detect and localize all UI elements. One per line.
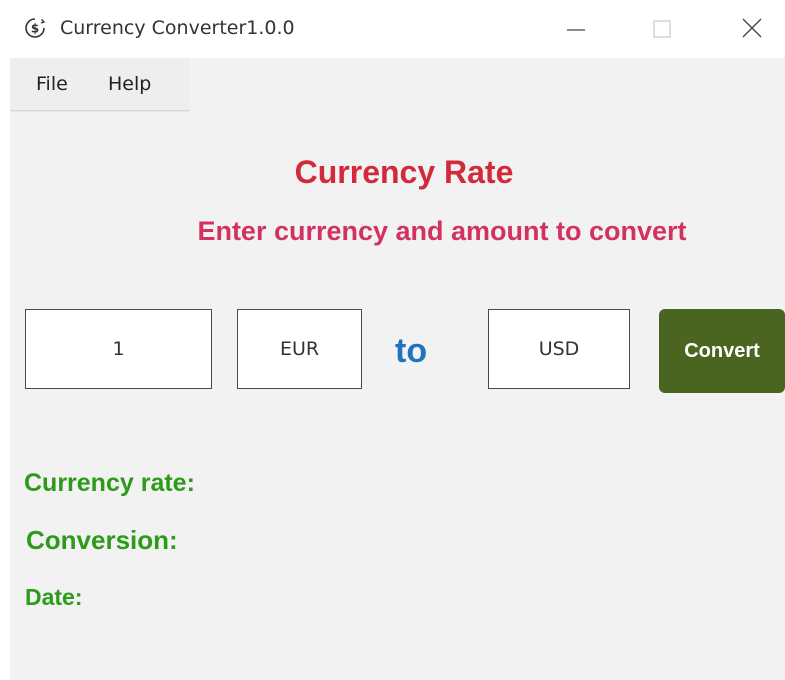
close-button[interactable] bbox=[730, 8, 774, 48]
convert-button[interactable]: Convert bbox=[659, 309, 785, 393]
client-area: File Help Currency Rate Enter currency a… bbox=[10, 58, 785, 680]
menu-help[interactable]: Help bbox=[104, 73, 155, 95]
maximize-icon bbox=[652, 18, 672, 38]
minimize-icon bbox=[566, 18, 586, 38]
menu-bar: File Help bbox=[10, 58, 190, 111]
maximize-button[interactable] bbox=[640, 8, 684, 48]
title-bar[interactable]: $ Currency Converter1.0.0 bbox=[0, 0, 785, 58]
date-label: Date: bbox=[25, 584, 83, 610]
conversion-label: Conversion: bbox=[26, 525, 178, 555]
close-icon bbox=[741, 17, 763, 39]
page-title: Currency Rate bbox=[294, 154, 514, 190]
from-currency-input[interactable] bbox=[237, 309, 362, 389]
svg-text:$: $ bbox=[31, 22, 39, 36]
page-subtitle: Enter currency and amount to convert bbox=[197, 216, 687, 246]
currency-rate-label: Currency rate: bbox=[24, 469, 195, 497]
minimize-button[interactable] bbox=[554, 8, 598, 48]
to-currency-input[interactable] bbox=[488, 309, 630, 389]
app-window: $ Currency Converter1.0.0 File Help Curr… bbox=[0, 0, 785, 680]
menu-file[interactable]: File bbox=[32, 73, 72, 95]
amount-input[interactable] bbox=[25, 309, 212, 389]
dollar-coin-icon: $ bbox=[24, 17, 46, 39]
window-title: Currency Converter1.0.0 bbox=[60, 17, 295, 39]
to-label: to bbox=[395, 332, 428, 370]
